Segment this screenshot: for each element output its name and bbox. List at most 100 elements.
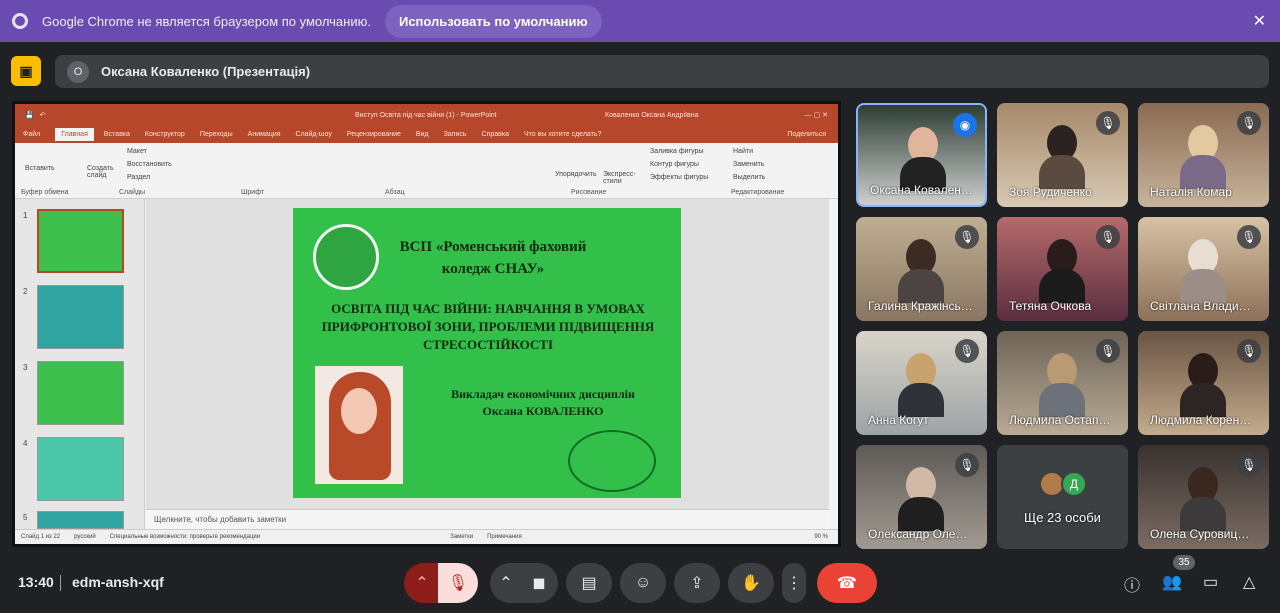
participant-name: Світлана Влади… bbox=[1150, 299, 1251, 313]
ppt-tabs: Файл Главная Вставка Конструктор Переход… bbox=[15, 126, 838, 143]
banner-message: Google Chrome не является браузером по у… bbox=[42, 13, 371, 29]
arrange-label: Упорядочить bbox=[555, 171, 597, 178]
ppt-titlebar: 💾 ↶ Виступ Освіта під час війни (1) - Po… bbox=[15, 104, 838, 126]
select-label: Выделить bbox=[733, 174, 766, 181]
captions-icon: ▤ bbox=[581, 575, 597, 592]
participant-tile[interactable]: 🎙 Анна Когут bbox=[856, 331, 987, 435]
slide-canvas: ВСП «Роменський фаховий коледж СНАУ» ОСВ… bbox=[146, 199, 829, 509]
more-vert-icon: ⋮ bbox=[786, 575, 802, 592]
mic-off-icon: 🎙 bbox=[1096, 111, 1120, 135]
emoji-icon: ☺ bbox=[634, 574, 652, 591]
slide-teacher: Викладач економічних дисциплін Оксана КО… bbox=[423, 386, 663, 420]
tab-record: Запись bbox=[443, 131, 467, 138]
people-count-badge: 35 bbox=[1173, 555, 1195, 570]
more-options-button[interactable]: ⋮ bbox=[782, 563, 806, 603]
thumb-number: 4 bbox=[23, 439, 28, 448]
participant-tile[interactable]: 🎙 Галина Кражінсь… bbox=[856, 217, 987, 321]
slide-college: ВСП «Роменський фаховий коледж СНАУ» bbox=[399, 239, 587, 277]
mic-off-icon: 🎙 bbox=[1237, 111, 1261, 135]
restore-label: Восстановить bbox=[127, 161, 172, 168]
college-logo bbox=[313, 224, 379, 290]
teacher-name: Оксана КОВАЛЕНКО bbox=[482, 404, 604, 418]
participant-tile[interactable]: 🎙 Світлана Влади… bbox=[1138, 217, 1269, 321]
divider bbox=[60, 575, 61, 591]
reactions-button[interactable]: ☺ bbox=[620, 563, 666, 603]
more-participants-label: Ще 23 особи bbox=[1024, 510, 1101, 525]
undo-icon: ↶ bbox=[39, 112, 46, 119]
thumb-number: 3 bbox=[23, 363, 28, 372]
thumb-number: 5 bbox=[23, 513, 28, 522]
present-button[interactable]: ⇪ bbox=[674, 563, 720, 603]
shared-screen: 💾 ↶ Виступ Освіта під час війни (1) - Po… bbox=[12, 101, 841, 547]
participant-tile[interactable]: 🎙 Олена Суровиц… bbox=[1138, 445, 1269, 549]
fill-label: Заливка фигуры bbox=[650, 148, 704, 155]
find-label: Найти bbox=[733, 148, 753, 155]
hangup-icon: ☎ bbox=[837, 575, 857, 592]
group-slides: Слайды bbox=[119, 189, 146, 196]
participant-tile[interactable]: 🎙 Олександр Оле… bbox=[856, 445, 987, 549]
mic-off-icon: 🎙 bbox=[955, 225, 979, 249]
participant-name: Анна Когут bbox=[868, 413, 929, 427]
ppt-ribbon: Вставить Создать слайд Макет Восстановит… bbox=[15, 143, 838, 199]
people-icon[interactable]: 👥 bbox=[1162, 572, 1182, 592]
tab-help: Справка bbox=[481, 131, 510, 138]
participant-tile[interactable]: 🎙 Людмила Остап… bbox=[997, 331, 1128, 435]
mic-off-icon: 🎙 bbox=[1096, 225, 1120, 249]
participant-tile[interactable]: 🎙 Зоя Рудиченко bbox=[997, 103, 1128, 207]
avatar: Д bbox=[1061, 471, 1087, 497]
mic-off-icon: 🎙 bbox=[447, 575, 469, 592]
notes-field: Щелкните, чтобы добавить заметки bbox=[146, 509, 829, 529]
tab-view: Вид bbox=[415, 131, 429, 138]
section-label: Раздел bbox=[127, 174, 151, 181]
more-participants-tile[interactable]: Д Ще 23 особи bbox=[997, 445, 1128, 549]
camera-icon: ◼ bbox=[532, 575, 546, 592]
set-default-button[interactable]: Использовать по умолчанию bbox=[384, 4, 602, 38]
thumb-number: 2 bbox=[23, 287, 28, 296]
group-font: Шрифт bbox=[241, 189, 265, 196]
participant-tile[interactable]: 🎙 Наталія Комар bbox=[1138, 103, 1269, 207]
chrome-icon bbox=[12, 13, 28, 29]
paste-label: Вставить bbox=[25, 165, 55, 172]
chat-icon[interactable]: ▭ bbox=[1203, 572, 1218, 592]
presentation-icon[interactable]: ▣ bbox=[11, 56, 41, 86]
mic-toggle-button[interactable]: 🎙 bbox=[438, 563, 478, 603]
info-icon[interactable]: ⓘ bbox=[1124, 572, 1140, 596]
chevron-up-icon: ⌃ bbox=[499, 575, 513, 592]
mic-off-icon: 🎙 bbox=[955, 339, 979, 363]
participant-name: Наталія Комар bbox=[1150, 185, 1232, 199]
status-zoom: 90 % bbox=[814, 534, 828, 540]
outline-label: Контур фигуры bbox=[650, 161, 699, 168]
participant-tile[interactable]: ◉ Оксана Ковален… bbox=[856, 103, 987, 207]
participant-tile[interactable]: 🎙 Тетяна Очкова bbox=[997, 217, 1128, 321]
slide-thumbnail bbox=[37, 361, 124, 425]
meeting-code: edm-ansh-xqf bbox=[72, 574, 164, 590]
close-icon[interactable]: ✕ bbox=[1253, 11, 1266, 31]
mic-off-icon: 🎙 bbox=[1237, 453, 1261, 477]
teacher-photo bbox=[315, 366, 403, 484]
raise-hand-button[interactable]: ✋ bbox=[728, 563, 774, 603]
ppt-user: Коваленко Оксана Андріївна bbox=[605, 111, 699, 119]
present-icon: ⇪ bbox=[690, 575, 704, 592]
camera-options-button[interactable]: ⌃ bbox=[490, 563, 522, 603]
create-slide-label: Создать слайд bbox=[87, 165, 114, 179]
captions-button[interactable]: ▤ bbox=[566, 563, 612, 603]
current-slide: ВСП «Роменський фаховий коледж СНАУ» ОСВ… bbox=[293, 208, 681, 498]
replace-label: Заменить bbox=[733, 161, 765, 168]
tab-animation: Анимация bbox=[247, 131, 281, 138]
participant-tile[interactable]: 🎙 Людмила Корен… bbox=[1138, 331, 1269, 435]
activities-icon[interactable]: △ bbox=[1243, 572, 1255, 592]
status-slide: Слайд 1 из 22 bbox=[21, 534, 61, 540]
camera-toggle-button[interactable]: ◼ bbox=[520, 563, 558, 603]
mic-off-icon: 🎙 bbox=[1237, 339, 1261, 363]
clock: 13:40 bbox=[18, 574, 54, 590]
default-browser-banner: Google Chrome не является браузером по у… bbox=[0, 0, 1280, 42]
mic-off-icon: 🎙 bbox=[1096, 339, 1120, 363]
mic-off-icon: 🎙 bbox=[955, 453, 979, 477]
presenter-avatar: O bbox=[67, 60, 89, 83]
participant-name: Оксана Ковален… bbox=[870, 183, 973, 197]
mic-options-button[interactable]: ⌃ bbox=[404, 563, 440, 603]
tab-review: Рецензирование bbox=[346, 131, 401, 138]
ppt-statusbar: Слайд 1 из 22 русский Специальные возмож… bbox=[15, 529, 838, 544]
participant-name: Людмила Остап… bbox=[1009, 413, 1111, 427]
end-call-button[interactable]: ☎ bbox=[817, 563, 877, 603]
